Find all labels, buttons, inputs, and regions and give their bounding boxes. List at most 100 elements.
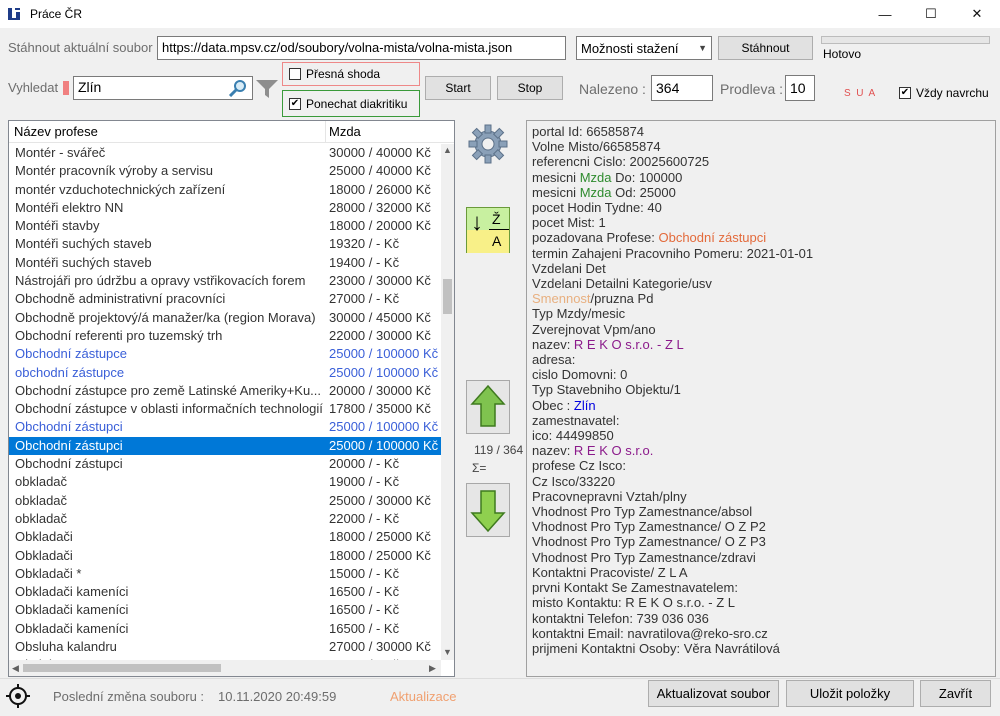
close-button[interactable]: Zavřít: [920, 680, 991, 707]
profession-cell: Nástrojáři pro údržbu a opravy vstřikova…: [15, 273, 306, 289]
download-options-select[interactable]: Možnosti stažení ▼: [576, 36, 712, 60]
detail-line: mesicni Mzda Od: 25000: [532, 185, 990, 200]
table-row[interactable]: Obchodní zástupci 25000 / 100000 Kč: [9, 418, 441, 436]
detail-line: pocet Hodin Tydne: 40: [532, 200, 990, 215]
table-row[interactable]: Obkladači 18000 / 25000 Kč: [9, 547, 441, 565]
scroll-right-icon[interactable]: ▶: [429, 663, 436, 674]
search-input[interactable]: Zlín: [73, 76, 253, 100]
detail-text: Pracovnepravni Vztah/plny: [532, 488, 687, 504]
table-row[interactable]: Montéři suchých staveb 19320 / - Kč: [9, 235, 441, 253]
sort-divider: [489, 229, 509, 230]
always-on-top-checkbox-box[interactable]: ✔: [899, 87, 911, 99]
stop-button[interactable]: Stop: [497, 76, 563, 100]
arrow-up-icon: [466, 380, 510, 434]
detail-line: Zverejnovat Vpm/ano: [532, 322, 990, 337]
detail-text: pozadovana Profese:: [532, 230, 659, 246]
scroll-down-icon[interactable]: ▼: [443, 647, 452, 657]
filter-icon[interactable]: [255, 78, 279, 103]
search-icon[interactable]: [228, 79, 248, 100]
wage-cell: 27000 / - Kč: [329, 291, 400, 307]
scroll-left-icon[interactable]: ◀: [12, 663, 19, 674]
detail-line: Kontaktni Pracoviste/ Z L A: [532, 565, 990, 580]
settings-gear-icon[interactable]: [466, 122, 510, 166]
exact-match-checkbox[interactable]: Přesná shoda: [282, 62, 420, 86]
table-row[interactable]: obkladač 19000 / - Kč: [9, 473, 441, 491]
update-file-button[interactable]: Aktualizovat soubor: [648, 680, 779, 707]
vertical-scrollbar[interactable]: ▲ ▼: [441, 144, 454, 660]
next-item-button[interactable]: [466, 483, 510, 537]
profession-cell: montér vzduchotechnických zařízení: [15, 181, 226, 197]
table-row[interactable]: Nástrojáři pro údržbu a opravy vstřikova…: [9, 272, 441, 290]
exact-match-checkbox-box[interactable]: [289, 68, 301, 80]
always-on-top-checkbox[interactable]: ✔ Vždy navrchu: [899, 86, 989, 100]
detail-line: Vhodnost Pro Typ Zamestnance/absol: [532, 504, 990, 519]
horizontal-scroll-thumb[interactable]: [23, 664, 221, 672]
update-link[interactable]: Aktualizace: [390, 689, 456, 704]
detail-text: Od: 25000: [611, 184, 676, 200]
table-row[interactable]: Montéři suchých staveb 19400 / - Kč: [9, 254, 441, 272]
delay-field[interactable]: 10: [785, 75, 815, 101]
table-row[interactable]: Obkladači kameníci 16500 / - Kč: [9, 583, 441, 601]
job-list[interactable]: Název profese Mzda Montér - svářeč 30000 …: [8, 120, 455, 677]
table-row[interactable]: Obchodní zástupce pro země Latinské Amer…: [9, 382, 441, 400]
detail-line: zamestnavatel:: [532, 413, 990, 428]
table-row[interactable]: Montér - svářeč 30000 / 40000 Kč: [9, 144, 441, 162]
table-row[interactable]: montér vzduchotechnických zařízení 18000 …: [9, 181, 441, 199]
table-row[interactable]: Obchodní zástupci 20000 / - Kč: [9, 455, 441, 473]
detail-text: Kontaktni Pracoviste/ Z L A: [532, 564, 688, 580]
column-header-profession[interactable]: Název profese: [14, 124, 98, 139]
table-row[interactable]: Obchodní zástupce 25000 / 100000 Kč: [9, 345, 441, 363]
table-row[interactable]: Obkladači * 15000 / - Kč: [9, 565, 441, 583]
status-separator: [0, 678, 1000, 679]
column-header-wage[interactable]: Mzda: [329, 124, 361, 139]
profession-cell: Montéři suchých staveb: [15, 254, 152, 270]
detail-line: cislo Domovni: 0: [532, 367, 990, 382]
app-logo-icon: [6, 6, 22, 22]
table-row[interactable]: Obchodní referenti pro tuzemský trh 22000…: [9, 327, 441, 345]
table-row[interactable]: Montéři elektro NN 28000 / 32000 Kč: [9, 199, 441, 217]
wage-cell: 20000 / 30000 Kč: [329, 382, 431, 398]
detail-line: termin Zahajeni Pracovniho Pomeru: 2021-…: [532, 246, 990, 261]
save-items-button[interactable]: Uložit položky: [786, 680, 914, 707]
profession-cell: Montéři elektro NN: [15, 199, 124, 215]
url-field[interactable]: https://data.mpsv.cz/od/soubory/volna-mi…: [157, 36, 566, 60]
table-row[interactable]: Montér pracovník výroby a servisu 25000 /…: [9, 162, 441, 180]
wage-cell: 17800 / 35000 Kč: [329, 401, 431, 417]
column-divider[interactable]: [325, 121, 326, 143]
horizontal-scrollbar[interactable]: ◀ ▶: [9, 660, 441, 676]
table-row[interactable]: obkladač 25000 / 30000 Kč: [9, 492, 441, 510]
detail-line: Obec : Zlín: [532, 398, 990, 413]
close-icon[interactable]: ✕: [954, 0, 1000, 28]
minimize-icon[interactable]: —: [862, 0, 908, 28]
detail-text: Typ Mzdy/mesic: [532, 306, 626, 322]
detail-text: Vhodnost Pro Typ Zamestnance/absol: [532, 504, 753, 520]
table-row[interactable]: obkladač 22000 / - Kč: [9, 510, 441, 528]
keep-diacritics-checkbox[interactable]: ✔ Ponechat diakritiku: [282, 90, 420, 117]
table-row[interactable]: Obchodní zástupce v oblasti informačních…: [9, 400, 441, 418]
maximize-icon[interactable]: ☐: [908, 0, 954, 28]
detail-line: adresa:: [532, 352, 990, 367]
table-row[interactable]: Obkladači kameníci 16500 / - Kč: [9, 620, 441, 638]
download-button[interactable]: Stáhnout: [718, 36, 813, 60]
scroll-up-icon[interactable]: ▲: [443, 145, 452, 155]
always-on-top-label: Vždy navrchu: [916, 86, 989, 100]
table-row[interactable]: Obchodně projektový/á manažer/ka (region…: [9, 309, 441, 327]
previous-item-button[interactable]: [466, 380, 510, 434]
table-row[interactable]: Obsluha kalandru 27000 / 30000 Kč: [9, 638, 441, 656]
table-row[interactable]: Obchodně administrativní pracovníci 27000…: [9, 290, 441, 308]
table-row[interactable]: obchodní zástupce 25000 / 100000 Kč: [9, 364, 441, 382]
detail-line: Pracovnepravni Vztah/plny: [532, 489, 990, 504]
table-row[interactable]: Obkladači kameníci 16500 / - Kč: [9, 601, 441, 619]
vertical-scroll-thumb[interactable]: [443, 279, 452, 314]
start-button[interactable]: Start: [425, 76, 491, 100]
table-row[interactable]: Montéři stavby 18000 / 20000 Kč: [9, 217, 441, 235]
table-row[interactable]: Obchodní zástupci 25000 / 100000 Kč: [9, 436, 441, 456]
profession-cell: Obkladači: [15, 529, 73, 545]
job-list-rows: Montér - svářeč 30000 / 40000 Kč Montér pr…: [9, 144, 441, 675]
target-icon[interactable]: [5, 683, 31, 709]
detail-line: Smennost/pruzna Pd: [532, 291, 990, 306]
sort-button[interactable]: ↓ Ž A: [466, 207, 510, 253]
table-row[interactable]: Obkladači 18000 / 25000 Kč: [9, 528, 441, 546]
keep-diacritics-checkbox-box[interactable]: ✔: [289, 97, 301, 110]
search-marker: [63, 81, 69, 95]
